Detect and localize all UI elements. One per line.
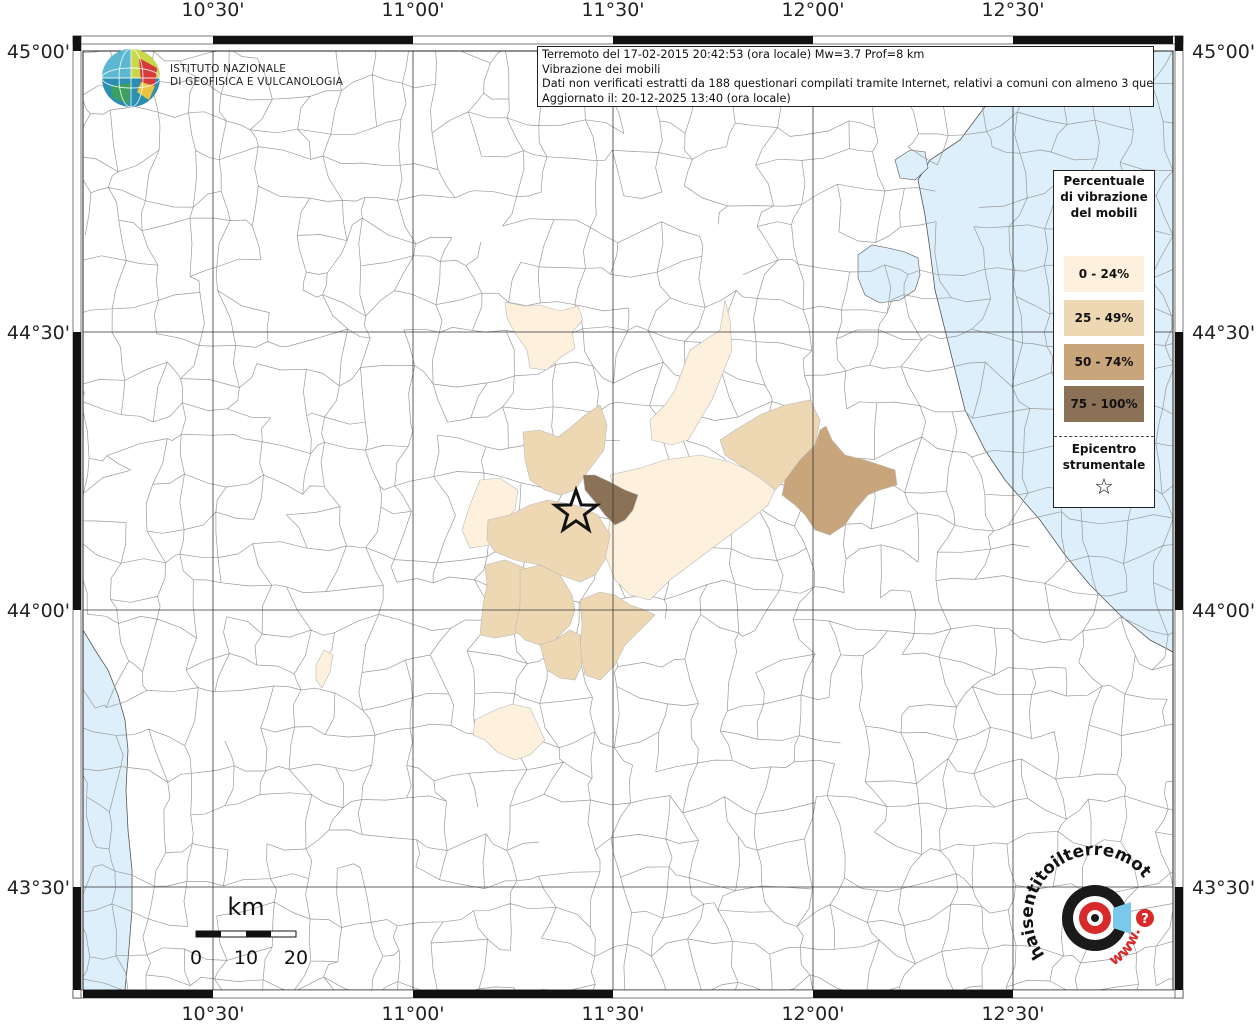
legend-divider bbox=[1054, 436, 1154, 437]
bottom-label-1200: 12°00' bbox=[781, 1003, 844, 1024]
bottom-label-1100: 11°00' bbox=[381, 1003, 444, 1024]
intensity-map: 10°30' 11°00' 11°30' 12°00' 12°30' 10°30… bbox=[0, 0, 1255, 1024]
bottom-label-1230: 12°30' bbox=[981, 1003, 1044, 1024]
ingv-line1: ISTITUTO NAZIONALE bbox=[170, 63, 287, 75]
data-note: Dati non verificati estratti da 188 ques… bbox=[542, 77, 1154, 91]
top-label-1030: 10°30' bbox=[181, 0, 244, 21]
ingv-globe-icon bbox=[101, 48, 161, 108]
scale-tick-10: 10 bbox=[234, 947, 258, 969]
right-label-4430: 44°30' bbox=[1192, 322, 1255, 344]
svg-text:?: ? bbox=[1141, 912, 1149, 927]
scale-tick-0: 0 bbox=[190, 947, 202, 969]
epicenter-legend-title: Epicentro strumentale bbox=[1062, 442, 1146, 472]
top-label-1100: 11°00' bbox=[381, 0, 444, 21]
top-label-1230: 12°30' bbox=[981, 0, 1044, 21]
epicenter-legend-star-icon: ☆ bbox=[1094, 475, 1114, 500]
updated-at: Aggiornato il: 20-12-2025 13:40 (ora loc… bbox=[542, 91, 791, 105]
left-label-4430: 44°30' bbox=[7, 322, 70, 344]
top-label-1200: 12°00' bbox=[781, 0, 844, 21]
left-label-4500: 45°00' bbox=[7, 41, 70, 63]
right-label-4400: 44°00' bbox=[1192, 600, 1255, 622]
event-title: Terremoto del 17-02-2015 20:42:53 (ora l… bbox=[542, 48, 925, 61]
scale-unit: km bbox=[227, 893, 264, 921]
map-subject: Vibrazione dei mobili bbox=[542, 62, 661, 76]
legend: Percentuale di vibrazione del mobili 0 -… bbox=[1053, 170, 1155, 508]
legend-title: Percentuale di vibrazione del mobili bbox=[1060, 174, 1148, 220]
bottom-label-1030: 10°30' bbox=[181, 1003, 244, 1024]
left-label-4330: 43°30' bbox=[7, 877, 70, 899]
event-info-box: Terremoto del 17-02-2015 20:42:53 (ora l… bbox=[537, 46, 1154, 107]
legend-class-1: 25 - 49% bbox=[1064, 300, 1144, 336]
ingv-logo-text: ISTITUTO NAZIONALE DI GEOFISICA E VULCAN… bbox=[170, 63, 343, 89]
top-label-1130: 11°30' bbox=[581, 0, 644, 21]
scale-tick-20: 20 bbox=[284, 947, 308, 969]
legend-class-3: 75 - 100% bbox=[1064, 386, 1144, 422]
right-label-4330: 43°30' bbox=[1192, 877, 1255, 899]
right-label-4500: 45°00' bbox=[1192, 41, 1255, 63]
ingv-line2: DI GEOFISICA E VULCANOLOGIA bbox=[170, 76, 344, 88]
legend-class-0: 0 - 24% bbox=[1064, 256, 1144, 292]
left-label-4400: 44°00' bbox=[7, 600, 70, 622]
bottom-label-1130: 11°30' bbox=[581, 1003, 644, 1024]
legend-class-2: 50 - 74% bbox=[1064, 344, 1144, 380]
